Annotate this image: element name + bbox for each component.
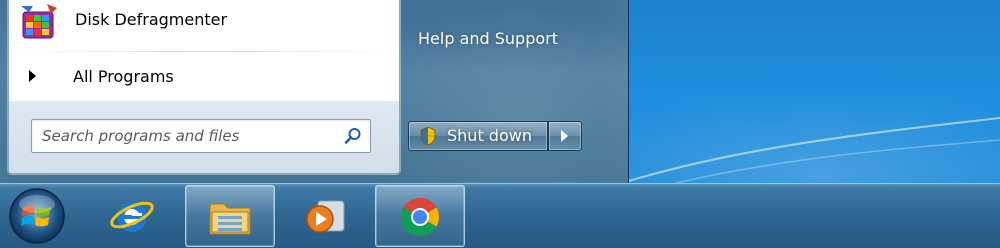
all-programs-label: All Programs (73, 67, 174, 86)
search-input[interactable] (40, 124, 334, 148)
chrome-icon (400, 197, 440, 237)
search-icon[interactable] (344, 127, 362, 145)
shutdown-options-button[interactable] (548, 121, 582, 151)
shutdown-button[interactable]: Shut down (408, 121, 548, 151)
shield-icon (420, 126, 436, 146)
start-menu: Disk Defragmenter All Programs Help and … (0, 0, 629, 183)
search-box[interactable] (31, 119, 371, 153)
program-label: Disk Defragmenter (75, 10, 228, 29)
taskbar-item-windows-media-player[interactable] (282, 185, 370, 245)
divider (21, 51, 391, 52)
disk-defragmenter-icon (21, 4, 57, 39)
help-and-support-link[interactable]: Help and Support (418, 29, 558, 48)
media-player-icon (306, 200, 345, 233)
chevron-right-icon (561, 130, 568, 142)
start-button[interactable] (6, 186, 68, 246)
program-item-disk-defragmenter[interactable]: Disk Defragmenter (9, 0, 399, 46)
all-programs-button[interactable]: All Programs (9, 60, 399, 96)
search-area (9, 101, 399, 173)
taskbar-item-internet-explorer[interactable] (88, 185, 176, 245)
internet-explorer-icon (110, 201, 154, 232)
taskbar-item-google-chrome[interactable] (375, 185, 465, 247)
folder-icon (209, 203, 251, 235)
shutdown-group: Shut down (408, 121, 582, 151)
taskbar (0, 183, 1000, 248)
taskbar-item-windows-explorer[interactable] (185, 185, 275, 247)
triangle-right-icon (29, 70, 36, 82)
shutdown-label: Shut down (447, 126, 532, 145)
start-menu-programs-pane: Disk Defragmenter All Programs (8, 0, 400, 174)
